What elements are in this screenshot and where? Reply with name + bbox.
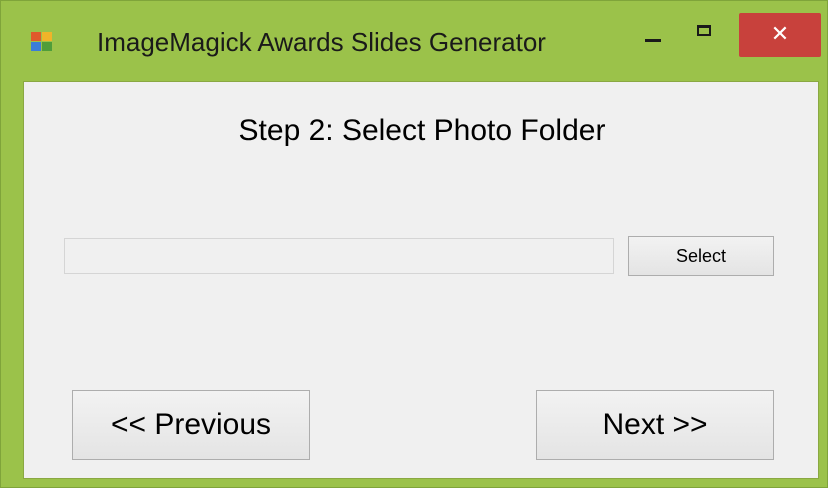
wizard-panel: Step 2: Select Photo Folder Select << Pr…	[23, 81, 819, 479]
maximize-icon	[697, 25, 711, 36]
next-button[interactable]: Next >>	[536, 390, 774, 460]
minimize-icon	[645, 39, 661, 42]
title-bar[interactable]: ImageMagick Awards Slides Generator ✕	[1, 1, 827, 81]
close-button[interactable]: ✕	[739, 13, 821, 57]
previous-button[interactable]: << Previous	[72, 390, 310, 460]
window-title: ImageMagick Awards Slides Generator	[97, 27, 546, 57]
maximize-button[interactable]	[687, 13, 731, 57]
app-window: ImageMagick Awards Slides Generator ✕ St…	[0, 0, 828, 488]
folder-path-input[interactable]	[64, 238, 614, 274]
select-folder-button[interactable]: Select	[628, 236, 774, 276]
step-title: Step 2: Select Photo Folder	[238, 114, 606, 147]
app-icon[interactable]	[31, 32, 53, 52]
close-icon: ✕	[770, 22, 790, 47]
minimize-button[interactable]	[633, 13, 677, 57]
